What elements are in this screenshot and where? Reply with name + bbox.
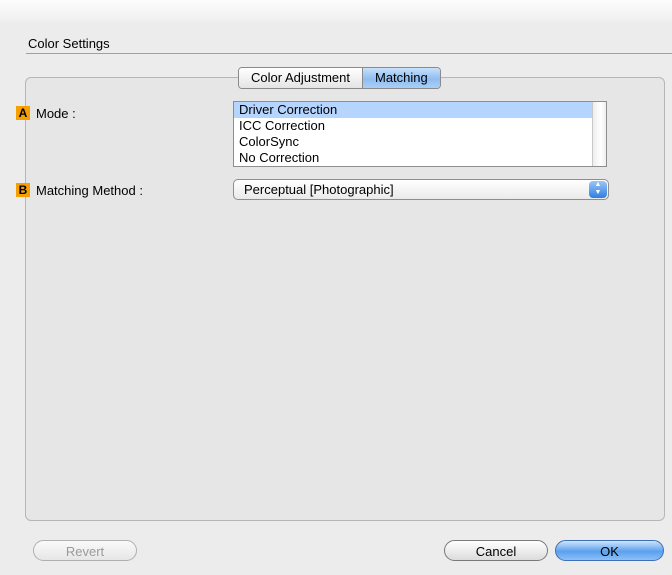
segmented-tab-control: Color Adjustment Matching (238, 67, 441, 89)
ok-button[interactable]: OK (555, 540, 664, 561)
list-item-driver-correction[interactable]: Driver Correction (234, 102, 594, 118)
matching-method-popup[interactable]: Perceptual [Photographic] ▲ ▼ (233, 179, 609, 200)
list-item-colorsync[interactable]: ColorSync (234, 134, 594, 150)
popup-arrows-icon: ▲ ▼ (589, 181, 607, 198)
list-item-icc-correction[interactable]: ICC Correction (234, 118, 594, 134)
list-item-no-correction[interactable]: No Correction (234, 150, 594, 166)
section-divider (26, 53, 672, 54)
tab-matching[interactable]: Matching (363, 68, 440, 88)
tab-color-adjustment[interactable]: Color Adjustment (239, 68, 363, 88)
matching-method-label: Matching Method : (36, 183, 143, 198)
section-title: Color Settings (28, 36, 110, 51)
mode-listbox[interactable]: Driver Correction ICC Correction ColorSy… (233, 101, 607, 167)
matching-method-value: Perceptual [Photographic] (244, 182, 394, 197)
mode-badge-icon: A (16, 106, 30, 120)
revert-button[interactable]: Revert (33, 540, 137, 561)
listbox-scrollbar[interactable] (592, 102, 606, 166)
matching-method-badge-icon: B (16, 183, 30, 197)
top-bar (0, 0, 672, 22)
cancel-button[interactable]: Cancel (444, 540, 548, 561)
mode-label: Mode : (36, 106, 76, 121)
